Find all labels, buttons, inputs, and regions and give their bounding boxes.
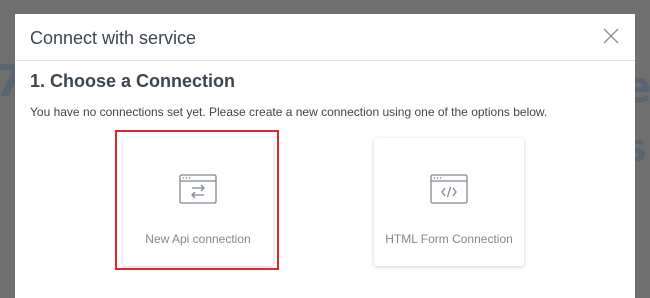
api-exchange-icon xyxy=(179,174,217,204)
new-api-connection-card[interactable]: New Api connection xyxy=(123,138,273,266)
html-form-connection-card[interactable]: HTML Form Connection xyxy=(374,138,524,266)
close-icon[interactable] xyxy=(601,26,621,46)
new-api-connection-label: New Api connection xyxy=(145,232,251,246)
modal-header: Connect with service xyxy=(15,14,635,61)
no-connections-hint: You have no connections set yet. Please … xyxy=(30,105,548,119)
html-form-connection-label: HTML Form Connection xyxy=(385,232,513,246)
code-window-icon xyxy=(430,174,468,204)
section-title: 1. Choose a Connection xyxy=(30,71,236,91)
modal-title: Connect with service xyxy=(30,28,197,48)
connect-service-modal: Connect with service 1. Choose a Connect… xyxy=(15,14,635,298)
